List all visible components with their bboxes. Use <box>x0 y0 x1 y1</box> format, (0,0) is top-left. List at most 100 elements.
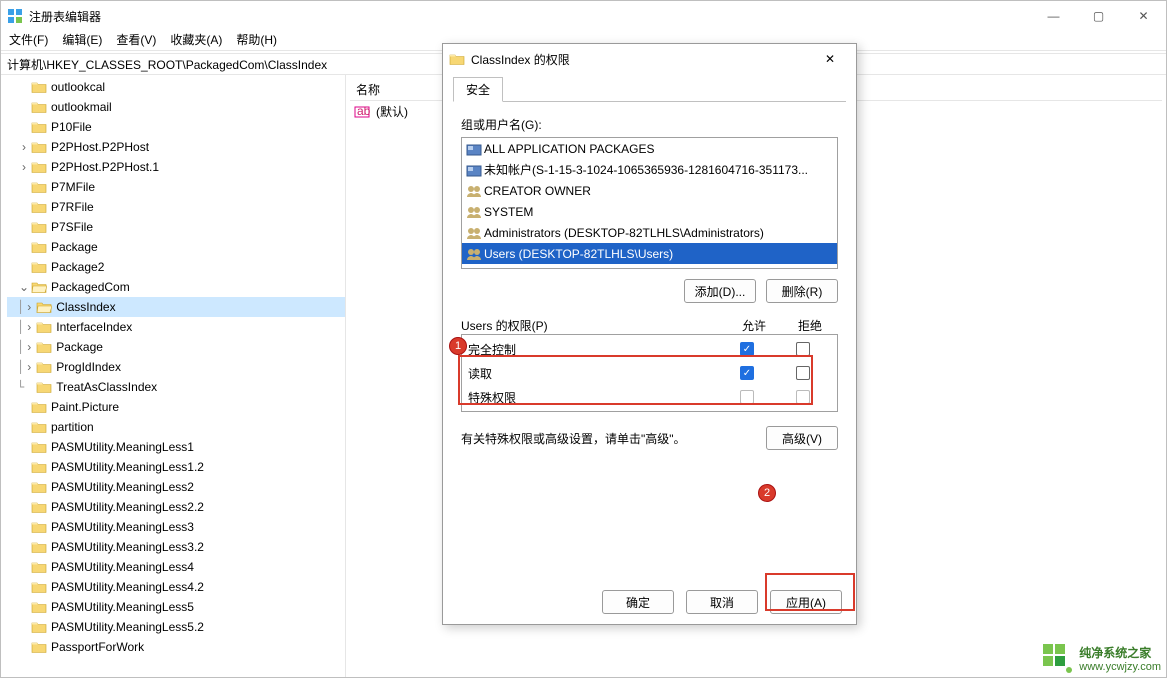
permissions-list: 完全控制 ✓ 读取 ✓ 特殊权限 <box>461 334 838 412</box>
tree-item-PASMUtility.MeaningLess5.2[interactable]: PASMUtility.MeaningLess5.2 <box>7 617 345 637</box>
tree-item-ClassIndex[interactable]: │›ClassIndex <box>7 297 345 317</box>
tree-item-label: P7SFile <box>51 220 93 234</box>
tree-item-label: Package <box>56 340 103 354</box>
tree-item-label: PASMUtility.MeaningLess4.2 <box>51 580 204 594</box>
tree-item-P7MFile[interactable]: P7MFile <box>7 177 345 197</box>
watermark: 纯净系统之家 www.ycwjzy.com <box>1041 642 1161 674</box>
tree-item-label: P2PHost.P2PHost <box>51 140 149 154</box>
tree-item-PASMUtility.MeaningLess4[interactable]: PASMUtility.MeaningLess4 <box>7 557 345 577</box>
permission-name: 完全控制 <box>468 341 719 358</box>
group-name: Administrators (DESKTOP-82TLHLS\Administ… <box>484 226 764 240</box>
folder-icon <box>31 460 47 474</box>
add-button[interactable]: 添加(D)... <box>684 279 756 303</box>
tree-item-label: ProgIdIndex <box>56 360 121 374</box>
package-icon <box>466 163 482 177</box>
menu-favorites[interactable]: 收藏夹(A) <box>170 31 222 50</box>
folder-icon <box>31 520 47 534</box>
tab-security[interactable]: 安全 <box>453 77 503 102</box>
tree-item-P7SFile[interactable]: P7SFile <box>7 217 345 237</box>
dialog-close-button[interactable]: ✕ <box>810 45 850 73</box>
tree-item-label: InterfaceIndex <box>56 320 132 334</box>
folder-icon <box>31 400 47 414</box>
tree-item-PASMUtility.MeaningLess1.2[interactable]: PASMUtility.MeaningLess1.2 <box>7 457 345 477</box>
tree-item-PASMUtility.MeaningLess5[interactable]: PASMUtility.MeaningLess5 <box>7 597 345 617</box>
tree-item-PASMUtility.MeaningLess1[interactable]: PASMUtility.MeaningLess1 <box>7 437 345 457</box>
column-deny: 拒绝 <box>782 317 838 334</box>
allow-checkbox[interactable]: ✓ <box>740 366 754 380</box>
tree-item-label: Paint.Picture <box>51 400 119 414</box>
groups-listbox[interactable]: ALL APPLICATION PACKAGES未知帐户(S-1-15-3-10… <box>461 137 838 269</box>
watermark-url: www.ycwjzy.com <box>1079 661 1161 673</box>
tree-panel[interactable]: outlookcaloutlookmailP10File›P2PHost.P2P… <box>1 75 346 677</box>
tree-item-PASMUtility.MeaningLess2[interactable]: PASMUtility.MeaningLess2 <box>7 477 345 497</box>
menu-edit[interactable]: 编辑(E) <box>62 31 102 50</box>
package-icon <box>466 142 482 156</box>
folder-icon <box>31 440 47 454</box>
tree-item-Package[interactable]: │›Package <box>7 337 345 357</box>
group-item[interactable]: SYSTEM <box>462 201 837 222</box>
tree-item-label: PASMUtility.MeaningLess2 <box>51 480 194 494</box>
tree-item-InterfaceIndex[interactable]: │›InterfaceIndex <box>7 317 345 337</box>
tree-item-PassportForWork[interactable]: PassportForWork <box>7 637 345 657</box>
tree-item-PASMUtility.MeaningLess3[interactable]: PASMUtility.MeaningLess3 <box>7 517 345 537</box>
tree-item-Paint.Picture[interactable]: Paint.Picture <box>7 397 345 417</box>
group-item[interactable]: CREATOR OWNER <box>462 180 837 201</box>
tree-item-ProgIdIndex[interactable]: │›ProgIdIndex <box>7 357 345 377</box>
tree-item-TreatAsClassIndex[interactable]: └TreatAsClassIndex <box>7 377 345 397</box>
menu-file[interactable]: 文件(F) <box>9 31 48 50</box>
window-title: 注册表编辑器 <box>29 8 1031 25</box>
deny-checkbox[interactable] <box>796 342 810 356</box>
app-icon <box>7 8 23 24</box>
column-allow: 允许 <box>726 317 782 334</box>
tree-item-outlookmail[interactable]: outlookmail <box>7 97 345 117</box>
tree-item-PASMUtility.MeaningLess3.2[interactable]: PASMUtility.MeaningLess3.2 <box>7 537 345 557</box>
tree-item-PASMUtility.MeaningLess4.2[interactable]: PASMUtility.MeaningLess4.2 <box>7 577 345 597</box>
tabstrip: 安全 <box>453 74 846 102</box>
group-item[interactable]: 未知帐户(S-1-15-3-1024-1065365936-1281604716… <box>462 159 837 180</box>
group-item[interactable]: Users (DESKTOP-82TLHLS\Users) <box>462 243 837 264</box>
menu-view[interactable]: 查看(V) <box>116 31 156 50</box>
tree-item-label: PASMUtility.MeaningLess4 <box>51 560 194 574</box>
permission-name: 读取 <box>468 365 719 382</box>
cancel-button[interactable]: 取消 <box>686 590 758 614</box>
tree-item-Package[interactable]: Package <box>7 237 345 257</box>
advanced-button[interactable]: 高级(V) <box>766 426 838 450</box>
tree-item-P10File[interactable]: P10File <box>7 117 345 137</box>
group-icon <box>466 247 482 261</box>
column-name[interactable]: 名称 <box>356 81 380 98</box>
permission-row: 特殊权限 <box>462 385 837 409</box>
tree-item-label: PASMUtility.MeaningLess3 <box>51 520 194 534</box>
allow-checkbox[interactable]: ✓ <box>740 342 754 356</box>
watermark-text: 纯净系统之家 <box>1079 644 1161 661</box>
group-item[interactable]: ALL APPLICATION PACKAGES <box>462 138 837 159</box>
tree-item-P2PHost.P2PHost[interactable]: ›P2PHost.P2PHost <box>7 137 345 157</box>
tree-item-Package2[interactable]: Package2 <box>7 257 345 277</box>
tree-item-P2PHost.P2PHost.1[interactable]: ›P2PHost.P2PHost.1 <box>7 157 345 177</box>
permissions-label: Users 的权限(P) <box>461 317 726 334</box>
apply-button[interactable]: 应用(A) <box>770 590 842 614</box>
tree-item-PASMUtility.MeaningLess2.2[interactable]: PASMUtility.MeaningLess2.2 <box>7 497 345 517</box>
close-button[interactable]: ✕ <box>1121 1 1166 31</box>
minimize-button[interactable]: — <box>1031 1 1076 31</box>
folder-icon <box>36 300 52 314</box>
remove-button[interactable]: 删除(R) <box>766 279 838 303</box>
watermark-icon <box>1041 642 1073 674</box>
tree-item-label: outlookcal <box>51 80 105 94</box>
group-item[interactable]: Administrators (DESKTOP-82TLHLS\Administ… <box>462 222 837 243</box>
allow-checkbox[interactable] <box>740 390 754 404</box>
tree-item-partition[interactable]: partition <box>7 417 345 437</box>
deny-checkbox[interactable] <box>796 366 810 380</box>
folder-icon <box>36 360 52 374</box>
tree-item-outlookcal[interactable]: outlookcal <box>7 77 345 97</box>
deny-checkbox[interactable] <box>796 390 810 404</box>
folder-icon <box>31 200 47 214</box>
ok-button[interactable]: 确定 <box>602 590 674 614</box>
tree-item-label: Package2 <box>51 260 104 274</box>
folder-icon <box>31 480 47 494</box>
tree-item-PackagedCom[interactable]: ⌄PackagedCom <box>7 277 345 297</box>
folder-icon <box>31 620 47 634</box>
tree-item-P7RFile[interactable]: P7RFile <box>7 197 345 217</box>
folder-icon <box>31 120 47 134</box>
menu-help[interactable]: 帮助(H) <box>236 31 277 50</box>
maximize-button[interactable]: ▢ <box>1076 1 1121 31</box>
